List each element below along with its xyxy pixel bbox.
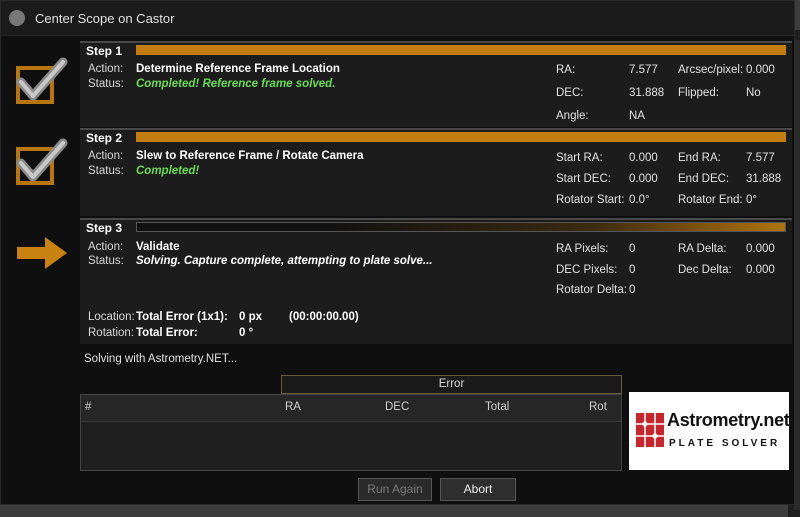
action-value: Slew to Reference Frame / Rotate Camera — [136, 150, 364, 162]
location-error-title: Total Error (1x1): — [136, 311, 228, 323]
angle-value: NA — [629, 110, 645, 122]
step-progress-bar — [136, 132, 786, 142]
solving-status-text: Solving with Astrometry.NET... — [84, 353, 238, 365]
column-header-rot[interactable]: Rot — [589, 401, 607, 413]
ra-delta-value: 0.000 — [746, 243, 775, 255]
rotator-delta-label: Rotator Delta: — [556, 284, 627, 296]
astrometry-logo: Astrometry.net PLATE SOLVER — [629, 392, 790, 470]
ra-label: RA: — [556, 64, 576, 76]
action-label: Action: — [88, 241, 124, 253]
action-label: Action: — [88, 150, 124, 162]
dec-delta-value: 0.000 — [746, 264, 775, 276]
dec-pixels-label: DEC Pixels: — [556, 264, 618, 276]
dec-delta-label: Dec Delta: — [678, 264, 732, 276]
title-bar[interactable]: Center Scope on Castor — [1, 1, 794, 36]
step-progress-bar — [136, 222, 786, 232]
error-table[interactable]: # RA DEC Total Rot — [80, 394, 622, 471]
action-value: Validate — [136, 241, 180, 253]
column-header-number[interactable]: # — [85, 401, 91, 413]
start-dec-label: Start DEC: — [556, 173, 611, 185]
abort-button[interactable]: Abort — [440, 478, 516, 501]
flipped-label: Flipped: — [678, 87, 719, 99]
app-icon — [9, 10, 25, 26]
ra-pixels-value: 0 — [629, 243, 636, 255]
status-label: Status: — [88, 78, 124, 90]
dec-label: DEC: — [556, 87, 584, 99]
arcsec-value: 0.000 — [746, 64, 775, 76]
ra-pixels-label: RA Pixels: — [556, 243, 609, 255]
step-3-panel: Step 3 Action: Validate Status: Solving.… — [80, 218, 792, 344]
location-error-time: (00:00:00.00) — [289, 311, 359, 323]
arcsec-label: Arcsec/pixel: — [678, 64, 744, 76]
start-ra-value: 0.000 — [629, 152, 658, 164]
rotation-label: Rotation: — [88, 327, 135, 339]
start-dec-value: 0.000 — [629, 173, 658, 185]
astrometry-logo-icon — [636, 413, 664, 447]
logo-name: Astrometry.net — [667, 410, 790, 430]
end-dec-label: End DEC: — [678, 173, 730, 185]
error-group-header: Error — [281, 375, 622, 394]
status-value: Completed! — [136, 165, 200, 177]
status-value: Solving. Capture complete, attempting to… — [136, 255, 433, 267]
dec-value: 31.888 — [629, 87, 665, 99]
location-error-value: 0 px — [239, 311, 263, 323]
dec-pixels-value: 0 — [629, 264, 636, 276]
rotator-delta-value: 0 — [629, 284, 636, 296]
status-label: Status: — [88, 255, 124, 267]
rotation-error-value: 0 ° — [239, 327, 254, 339]
step-2-panel: Step 2 Action: Slew to Reference Frame /… — [80, 128, 792, 216]
rotator-start-value: 0.0° — [629, 194, 650, 206]
run-again-button[interactable]: Run Again — [358, 478, 432, 501]
start-ra-label: Start RA: — [556, 152, 603, 164]
checkmark-icon — [15, 137, 71, 189]
logo-subtitle: PLATE SOLVER — [669, 438, 781, 449]
status-label: Status: — [88, 165, 124, 177]
rotator-start-label: Rotator Start: — [556, 194, 625, 206]
rotator-end-label: Rotator End: — [678, 194, 743, 206]
step-progress-bar — [136, 45, 786, 55]
step-title: Step 1 — [86, 44, 123, 58]
end-dec-value: 31.888 — [746, 173, 782, 185]
end-ra-value: 7.577 — [746, 152, 775, 164]
ra-delta-label: RA Delta: — [678, 243, 727, 255]
center-scope-window: Center Scope on Castor Step 1 Action: De… — [0, 0, 795, 505]
ra-value: 7.577 — [629, 64, 658, 76]
rotator-end-value: 0° — [746, 194, 757, 206]
column-header-dec[interactable]: DEC — [385, 401, 409, 413]
location-label: Location: — [88, 311, 135, 323]
angle-label: Angle: — [556, 110, 589, 122]
action-label: Action: — [88, 63, 124, 75]
rotation-error-title: Total Error: — [136, 327, 198, 339]
end-ra-label: End RA: — [678, 152, 721, 164]
status-value: Completed! Reference frame solved. — [136, 78, 336, 90]
column-header-total[interactable]: Total — [485, 401, 509, 413]
error-table-header: # RA DEC Total Rot — [81, 395, 621, 422]
window-title: Center Scope on Castor — [35, 11, 175, 26]
step-1-panel: Step 1 Action: Determine Reference Frame… — [80, 41, 792, 127]
step-title: Step 3 — [86, 221, 123, 235]
action-value: Determine Reference Frame Location — [136, 63, 340, 75]
step-title: Step 2 — [86, 131, 123, 145]
flipped-value: No — [746, 87, 761, 99]
checkmark-icon — [15, 56, 71, 108]
arrow-right-icon — [15, 227, 71, 279]
column-header-ra[interactable]: RA — [285, 401, 301, 413]
